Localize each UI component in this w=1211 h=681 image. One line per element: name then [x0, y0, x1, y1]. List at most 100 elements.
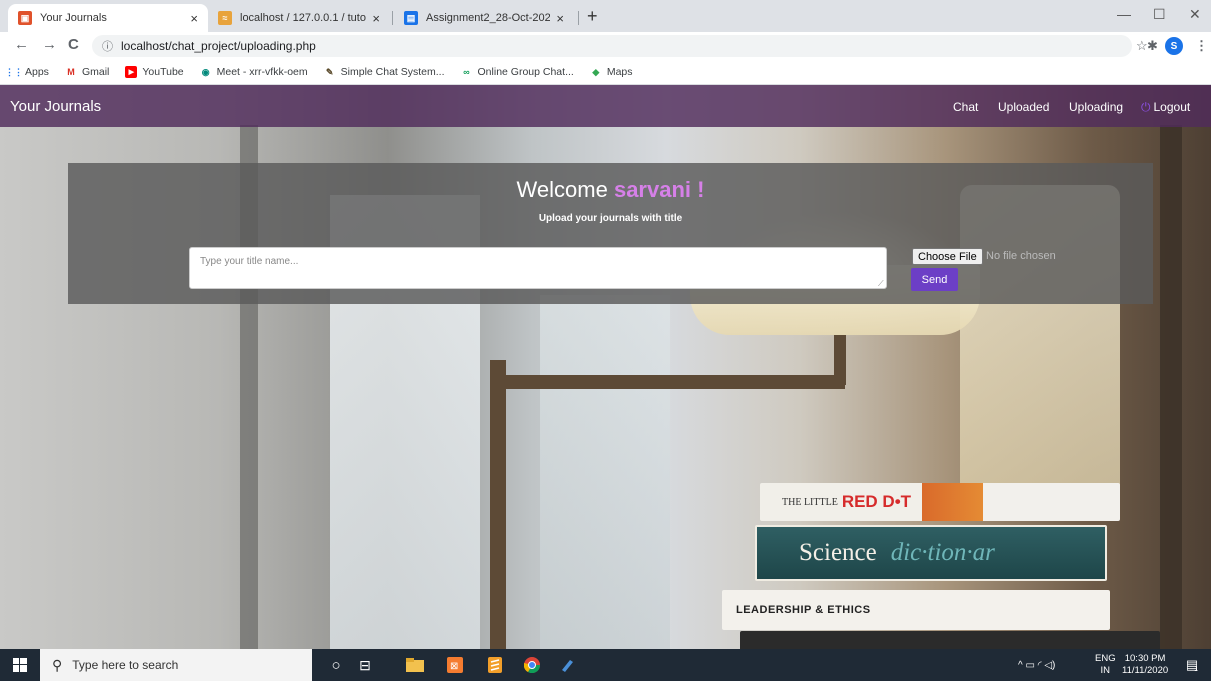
taskbar-search[interactable]: ⚲ Type here to search — [40, 649, 312, 681]
maximize-icon[interactable]: ☐ — [1153, 6, 1166, 23]
language-indicator[interactable]: ENG IN — [1095, 653, 1116, 677]
chrome-taskbar-icon[interactable] — [517, 649, 547, 681]
chat-system-icon: ✎ — [325, 66, 334, 77]
upload-subtitle: Upload your journals with title — [538, 213, 683, 224]
notification-badge: 1 — [1194, 665, 1199, 673]
send-button[interactable]: Send — [911, 268, 958, 291]
tab-close-icon[interactable]: × — [556, 11, 564, 26]
background-lamp-arm — [490, 360, 506, 649]
background-window — [540, 295, 670, 649]
taskbar-search-placeholder: Type here to search — [72, 658, 179, 672]
book-text: THE LITTLE — [782, 496, 838, 508]
cortana-icon[interactable]: ○ — [322, 649, 350, 681]
tab-label: Your Journals — [40, 12, 107, 24]
title-input[interactable] — [189, 247, 887, 289]
background-window-frame — [1160, 125, 1182, 649]
page-background: THE LITTLE RED D•T Science dic·tion·ar L… — [0, 85, 1211, 649]
journal-favicon-icon: ▣ — [18, 11, 32, 25]
file-status: No file chosen — [986, 250, 1056, 262]
bookmark-label: Apps — [25, 66, 49, 78]
phpmyadmin-favicon-icon: ≈ — [218, 11, 232, 25]
bookmark-maps[interactable]: ◆ Maps — [590, 66, 633, 78]
taskbar-clock[interactable]: 10:30 PM 11/11/2020 — [1122, 653, 1168, 677]
tab-phpmyadmin[interactable]: ≈ localhost / 127.0.0.1 / tutorial_dt × — [208, 4, 390, 32]
group-chat-icon: ∞ — [463, 67, 470, 77]
bookmark-simple-chat[interactable]: ✎ Simple Chat System... — [324, 66, 445, 78]
chrome-menu-icon[interactable]: ⋮ — [1195, 38, 1208, 54]
bookmark-youtube[interactable]: ▶ YouTube — [125, 66, 184, 78]
nav-link-logout[interactable]: ⏻ Logout — [1141, 100, 1190, 115]
nav-link-chat[interactable]: Chat — [953, 100, 978, 114]
tab-strip: ▣ Your Journals × ≈ localhost / 127.0.0.… — [0, 0, 1211, 32]
book-title: RED D•T — [841, 492, 912, 511]
bookmark-label: Gmail — [81, 66, 110, 78]
maps-icon: ◆ — [592, 66, 600, 77]
profile-avatar[interactable]: S — [1165, 37, 1183, 55]
gmail-icon: M — [67, 67, 75, 77]
clock-time: 10:30 PM — [1124, 653, 1166, 664]
sublime-icon[interactable] — [480, 649, 510, 681]
logout-icon: ⏻ — [1141, 100, 1151, 114]
windows-start-icon[interactable] — [0, 649, 40, 681]
file-explorer-icon[interactable] — [400, 649, 430, 681]
search-icon: ⚲ — [52, 656, 63, 673]
language-line1: ENG — [1095, 653, 1116, 664]
reload-icon[interactable]: C — [68, 36, 79, 53]
youtube-icon: ▶ — [125, 66, 138, 78]
back-icon[interactable]: ← — [14, 36, 29, 53]
site-navbar: Your Journals Chat Uploaded Uploading ⏻ L… — [0, 85, 1211, 127]
bookmark-label: Maps — [606, 66, 633, 78]
extensions-icon[interactable]: ✱ — [1147, 38, 1158, 54]
bookmark-star-icon[interactable]: ☆ — [1136, 38, 1148, 54]
tab-label: Assignment2_28-Oct-2020 — [426, 12, 551, 24]
url-text: localhost/chat_project/uploading.php — [121, 39, 316, 53]
site-brand[interactable]: Your Journals — [10, 98, 101, 115]
tab-close-icon[interactable]: × — [372, 11, 380, 26]
tab-separator — [392, 11, 393, 25]
browser-toolbar: ← → C ⓘ localhost/chat_project/uploading… — [0, 32, 1211, 60]
book-title: LEADERSHIP & ETHICS — [736, 604, 871, 616]
bookmark-label: Simple Chat System... — [340, 66, 445, 78]
background-lamp-arm — [834, 335, 846, 385]
nav-link-uploading[interactable]: Uploading — [1069, 100, 1123, 114]
bookmark-gmail[interactable]: M Gmail — [65, 66, 109, 78]
close-window-icon[interactable]: ✕ — [1189, 6, 1201, 23]
background-book — [740, 631, 1160, 649]
book-title: Science — [799, 539, 877, 566]
tab-close-icon[interactable]: × — [190, 11, 198, 26]
background-book: Science dic·tion·ar — [755, 525, 1107, 581]
nav-link-uploaded[interactable]: Uploaded — [998, 100, 1049, 114]
system-tray-icons[interactable]: ^ ▭ ◜ ◁) — [1018, 649, 1055, 681]
apps-grid-icon: ⋮⋮ — [5, 66, 23, 77]
language-line2: IN — [1100, 665, 1111, 676]
forward-icon[interactable]: → — [42, 36, 57, 53]
bookmark-label: YouTube — [142, 66, 184, 78]
xampp-icon[interactable]: ⊠ — [440, 649, 470, 681]
resize-grip-icon[interactable]: ⟋ — [878, 279, 884, 289]
meet-icon: ◉ — [201, 66, 210, 77]
address-bar[interactable]: ⓘ localhost/chat_project/uploading.php — [92, 35, 1132, 57]
task-view-icon[interactable]: ⊟ — [350, 649, 380, 681]
bookmark-apps[interactable]: ⋮⋮ Apps — [5, 66, 49, 78]
svg-text:⊠: ⊠ — [450, 661, 458, 672]
minimize-icon[interactable]: — — [1117, 6, 1131, 22]
tab-your-journals[interactable]: ▣ Your Journals × — [8, 4, 208, 32]
notepad-icon[interactable] — [552, 649, 582, 681]
bookmark-meet[interactable]: ◉ Meet - xrr-vfkk-oem — [200, 66, 308, 78]
notification-center-icon[interactable]: ▤ 1 — [1180, 649, 1204, 681]
tab-assignment[interactable]: ▤ Assignment2_28-Oct-2020 × — [394, 4, 574, 32]
choose-file-button[interactable]: Choose File — [912, 248, 983, 265]
background-lamp-arm — [505, 375, 845, 389]
bookmark-label: Meet - xrr-vfkk-oem — [216, 66, 308, 78]
welcome-prefix: Welcome — [516, 177, 608, 202]
welcome-heading: Welcome sarvani ! — [68, 177, 1153, 203]
site-info-icon[interactable]: ⓘ — [102, 38, 113, 54]
bookmarks-bar: ⋮⋮ Apps M Gmail ▶ YouTube ◉ Meet - xrr-v… — [0, 60, 1211, 85]
bookmark-group-chat[interactable]: ∞ Online Group Chat... — [461, 66, 574, 78]
background-book: THE LITTLE RED D•T — [760, 483, 1120, 521]
new-tab-icon[interactable]: + — [587, 6, 598, 27]
clock-date: 11/11/2020 — [1122, 665, 1169, 676]
username: sarvani ! — [613, 177, 705, 202]
background-book: LEADERSHIP & ETHICS — [722, 590, 1110, 630]
book-text: dic·tion·ar — [890, 539, 995, 566]
